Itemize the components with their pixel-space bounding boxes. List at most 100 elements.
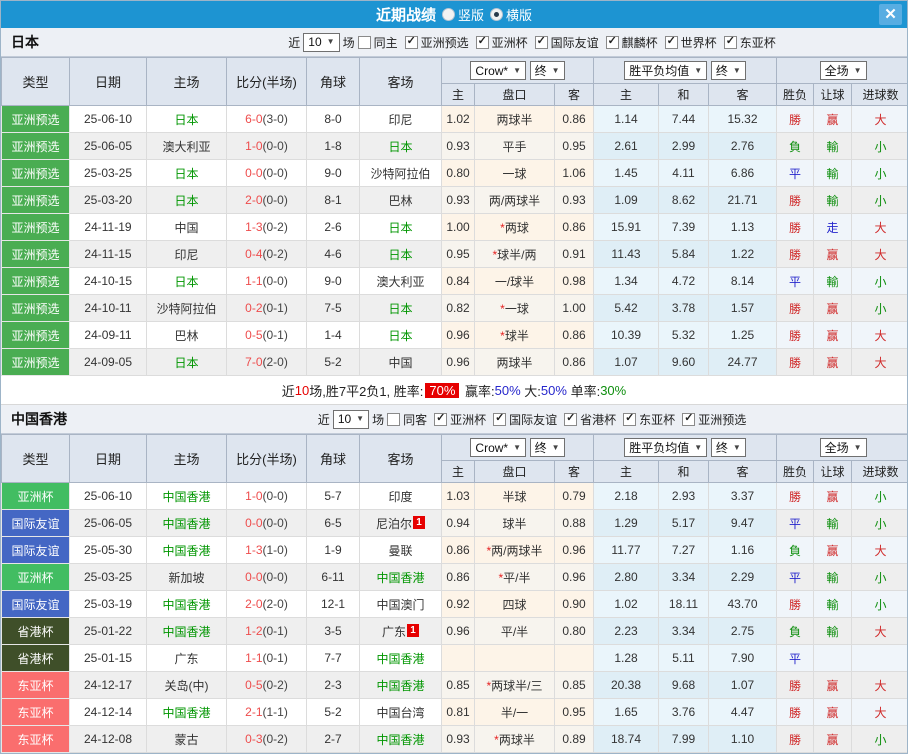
result-handicap: 輸 bbox=[813, 186, 853, 214]
competition-checkbox[interactable] bbox=[623, 412, 637, 426]
close-icon[interactable]: ✕ bbox=[879, 4, 902, 25]
odds-provider-group: Crow* ▼ 终 ▼ bbox=[441, 57, 594, 84]
type-badge: 亚洲预选 bbox=[1, 348, 70, 376]
avg-stage-select[interactable]: 终 ▼ bbox=[710, 438, 746, 457]
half-time-score: (0-2) bbox=[262, 247, 288, 261]
competition-checkbox[interactable] bbox=[682, 412, 696, 426]
competition-checkbox[interactable] bbox=[605, 35, 619, 49]
competition-label[interactable]: 省港杯 bbox=[580, 411, 616, 428]
layout-vertical-option[interactable]: 竖版 bbox=[441, 5, 484, 24]
avg-home: 1.02 bbox=[593, 590, 659, 618]
type-badge: 亚洲杯 bbox=[1, 482, 70, 510]
chevron-down-icon: ▼ bbox=[732, 442, 741, 452]
match-date: 25-06-05 bbox=[69, 132, 147, 160]
competition-checkbox[interactable] bbox=[493, 412, 507, 426]
competition-label[interactable]: 世界杯 bbox=[681, 34, 717, 51]
full-time-score: 0-5 bbox=[245, 678, 263, 692]
competition-label[interactable]: 东亚杯 bbox=[639, 411, 675, 428]
table-row: 亚洲预选 24-09-05 日本 7-0(2-0) 5-2 中国 0.96 两球半 0.86 1.… bbox=[1, 348, 907, 376]
corner-score: 1-8 bbox=[306, 132, 360, 160]
away-team: 中国香港 bbox=[359, 563, 442, 591]
same-venue-checkbox[interactable] bbox=[387, 412, 401, 426]
away-team-name: 尼泊尔 bbox=[375, 516, 412, 531]
result-wdl: 平 bbox=[776, 159, 815, 187]
table-row: 东亚杯 24-12-17 关岛(中) 0-5(0-2) 2-3 中国香港 0.85 *两球半/… bbox=[1, 671, 907, 699]
competition-label[interactable]: 国际友谊 bbox=[551, 34, 599, 51]
home-team: 沙特阿拉伯 bbox=[146, 294, 227, 322]
chevron-down-icon: ▼ bbox=[694, 65, 703, 75]
full-time-score: 2-1 bbox=[245, 705, 263, 719]
sections-container: 日本近10▼场同主亚洲预选亚洲杯国际友谊麒麟杯世界杯东亚杯类型日期主场比分(半场… bbox=[1, 28, 907, 753]
match-date: 25-06-10 bbox=[69, 105, 147, 133]
sub-column-header: 主 bbox=[593, 83, 659, 106]
sub-column-header: 进球数 bbox=[851, 83, 907, 106]
same-venue-label[interactable]: 同主 bbox=[374, 34, 398, 51]
filter-bar: 近 10 ▼ 场 同主 亚洲预选 亚洲杯 国际友谊 麒麟杯 世界杯 东亚杯 bbox=[161, 32, 907, 52]
result-handicap: 輸 bbox=[813, 132, 853, 160]
home-team-name: 中国香港 bbox=[162, 516, 211, 531]
avg-odds-select[interactable]: 胜平负均值 ▼ bbox=[624, 61, 708, 80]
summary-part: 70% bbox=[425, 382, 460, 398]
competition-label[interactable]: 国际友谊 bbox=[509, 411, 557, 428]
radio-unselected-icon[interactable] bbox=[441, 8, 455, 21]
match-date: 25-03-19 bbox=[69, 590, 147, 618]
competition-label[interactable]: 亚洲预选 bbox=[698, 411, 746, 428]
half-time-score: (0-0) bbox=[262, 570, 288, 584]
odds-stage-select[interactable]: 终 ▼ bbox=[529, 438, 565, 457]
half-time-score: (1-1) bbox=[262, 705, 288, 719]
competition-checkbox[interactable] bbox=[534, 35, 548, 49]
radio-selected-icon[interactable] bbox=[490, 8, 503, 21]
layout-horizontal-option[interactable]: 横版 bbox=[490, 5, 532, 24]
odds-provider-select[interactable]: Crow* ▼ bbox=[470, 438, 527, 457]
avg-odds-select[interactable]: 胜平负均值 ▼ bbox=[624, 438, 708, 457]
match-count-select[interactable]: 10 ▼ bbox=[303, 32, 340, 52]
odds-away: 0.98 bbox=[554, 267, 594, 295]
matches-label: 场 bbox=[342, 35, 355, 50]
away-team-name: 中国 bbox=[388, 355, 413, 370]
result-goals: 大 bbox=[851, 213, 907, 241]
same-venue-label[interactable]: 同客 bbox=[403, 411, 427, 428]
avg-away: 1.22 bbox=[707, 240, 778, 268]
competition-label[interactable]: 亚洲预选 bbox=[421, 34, 469, 51]
scope-select[interactable]: 全场 ▼ bbox=[819, 438, 867, 457]
result-goals: 大 bbox=[851, 617, 907, 645]
avg-away: 4.47 bbox=[707, 698, 778, 726]
handicap: 一/球半 bbox=[474, 267, 555, 295]
competition-label[interactable]: 亚洲杯 bbox=[492, 34, 528, 51]
competition-checkbox[interactable] bbox=[564, 412, 578, 426]
avg-stage-select[interactable]: 终 ▼ bbox=[710, 61, 746, 80]
competition-label[interactable]: 麒麟杯 bbox=[622, 34, 658, 51]
table-row: 国际友谊 25-06-05 中国香港 0-0(0-0) 6-5 尼泊尔 1 0.94 球半 0.8… bbox=[1, 509, 907, 537]
competition-checkbox[interactable] bbox=[434, 412, 448, 426]
corner-score: 5-7 bbox=[306, 482, 360, 510]
match-count-select[interactable]: 10 ▼ bbox=[332, 409, 370, 429]
match-date: 24-10-15 bbox=[69, 267, 147, 295]
competition-label[interactable]: 东亚杯 bbox=[740, 34, 776, 51]
competition-checkbox[interactable] bbox=[475, 35, 489, 49]
table-row: 亚洲预选 24-11-19 中国 1-3(0-2) 2-6 日本 1.00 *两球 0.86 15… bbox=[1, 213, 907, 241]
competition-checkbox[interactable] bbox=[404, 35, 418, 49]
result-goals: 大 bbox=[851, 671, 907, 699]
scope-select[interactable]: 全场 ▼ bbox=[819, 61, 867, 80]
layout-vertical-label: 竖版 bbox=[457, 8, 484, 23]
team-name: 日本 bbox=[11, 34, 39, 50]
home-team: 中国 bbox=[146, 213, 227, 241]
avg-away: 1.07 bbox=[707, 671, 778, 699]
odds-stage-select[interactable]: 终 ▼ bbox=[529, 61, 565, 80]
away-team: 中国 bbox=[359, 348, 442, 376]
odds-away: 0.93 bbox=[554, 186, 594, 214]
competition-checkbox[interactable] bbox=[723, 35, 737, 49]
away-team: 中国澳门 bbox=[359, 590, 442, 618]
match-date: 25-03-25 bbox=[69, 159, 147, 187]
same-venue-checkbox[interactable] bbox=[357, 35, 371, 49]
competition-checkbox[interactable] bbox=[664, 35, 678, 49]
odds-provider-select[interactable]: Crow* ▼ bbox=[470, 61, 527, 80]
home-team: 中国香港 bbox=[146, 536, 227, 564]
away-team-name: 中国香港 bbox=[376, 651, 425, 666]
home-team: 新加坡 bbox=[146, 563, 227, 591]
full-time-score: 0-5 bbox=[245, 328, 263, 342]
corner-score: 6-11 bbox=[306, 563, 360, 591]
away-team: 尼泊尔 1 bbox=[359, 509, 442, 537]
competition-label[interactable]: 亚洲杯 bbox=[450, 411, 486, 428]
away-team-name: 广东 bbox=[381, 624, 406, 639]
